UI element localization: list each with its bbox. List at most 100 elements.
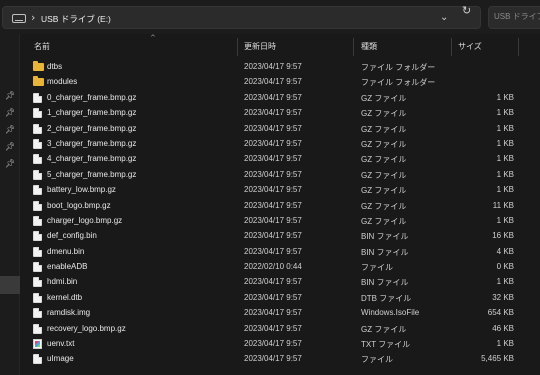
column-date[interactable]: 更新日時 bbox=[244, 41, 276, 52]
file-name: dtbs bbox=[47, 62, 63, 71]
file-name: hdmi.bin bbox=[47, 277, 78, 287]
vertical-scrollbar[interactable] bbox=[536, 58, 540, 375]
list-item[interactable]: hdmi.bin 2023/04/17 9:57 BIN ファイル 1 KB bbox=[20, 274, 540, 289]
chevron-right-icon[interactable]: › bbox=[31, 11, 35, 24]
file-type: GZ ファイル bbox=[361, 139, 407, 149]
search-box[interactable] bbox=[488, 6, 540, 29]
address-bar[interactable]: › USB ドライブ (E:) ⌄ bbox=[2, 6, 481, 29]
file-date: 2023/04/17 9:57 bbox=[244, 292, 302, 302]
file-date: 2023/04/17 9:57 bbox=[244, 154, 302, 164]
nav-item-selected[interactable] bbox=[0, 276, 20, 294]
list-item[interactable]: 3_charger_frame.bmp.gz 2023/04/17 9:57 GZ … bbox=[20, 136, 540, 151]
text-file-icon bbox=[33, 339, 42, 350]
file-size: 46 KB bbox=[492, 323, 514, 333]
list-item[interactable]: enableADB 2022/02/10 0:44 ファイル 0 KB bbox=[20, 259, 540, 274]
file-name: 2_charger_frame.bmp.gz bbox=[47, 123, 137, 133]
chevron-down-icon[interactable]: ⌄ bbox=[440, 12, 448, 23]
file-size: 1 KB bbox=[496, 169, 514, 179]
file-date: 2023/04/17 9:57 bbox=[244, 92, 302, 102]
column-divider[interactable] bbox=[353, 38, 354, 56]
file-icon bbox=[33, 108, 42, 119]
file-date: 2023/04/17 9:57 bbox=[244, 123, 302, 133]
file-icon bbox=[33, 323, 42, 334]
pin-icon[interactable]: 📌︎ bbox=[5, 142, 15, 151]
list-item[interactable]: 4_charger_frame.bmp.gz 2023/04/17 9:57 GZ … bbox=[20, 151, 540, 166]
column-divider[interactable] bbox=[237, 38, 238, 56]
list-item[interactable]: uImage 2023/04/17 9:57 ファイル 5,465 KB bbox=[20, 351, 540, 366]
list-item[interactable]: recovery_logo.bmp.gz 2023/04/17 9:57 GZ ファ… bbox=[20, 321, 540, 336]
list-item[interactable]: modules 2023/04/17 9:57 ファイル フォルダー bbox=[20, 74, 540, 89]
file-name: enableADB bbox=[47, 262, 88, 272]
file-icon bbox=[33, 308, 42, 319]
file-icon bbox=[33, 231, 42, 242]
refresh-icon[interactable]: ↻ bbox=[462, 4, 471, 17]
file-name: charger_logo.bmp.gz bbox=[47, 215, 123, 225]
list-item[interactable]: dtbs 2023/04/17 9:57 ファイル フォルダー bbox=[20, 59, 540, 74]
list-item[interactable]: charger_logo.bmp.gz 2023/04/17 9:57 GZ ファイ… bbox=[20, 213, 540, 228]
list-item[interactable]: boot_logo.bmp.gz 2023/04/17 9:57 GZ ファイル 11… bbox=[20, 198, 540, 213]
file-size: 4 KB bbox=[496, 246, 514, 256]
file-type: BIN ファイル bbox=[361, 247, 409, 257]
breadcrumb-location[interactable]: USB ドライブ (E:) bbox=[41, 13, 111, 25]
file-icon bbox=[33, 123, 42, 134]
file-name: boot_logo.bmp.gz bbox=[47, 200, 111, 210]
list-item[interactable]: 5_charger_frame.bmp.gz 2023/04/17 9:57 GZ … bbox=[20, 167, 540, 182]
file-date: 2023/04/17 9:57 bbox=[244, 277, 302, 287]
pin-icon[interactable]: 📌︎ bbox=[5, 91, 15, 100]
file-icon bbox=[33, 215, 42, 226]
list-item[interactable]: uenv.txt 2023/04/17 9:57 TXT ファイル 1 KB bbox=[20, 336, 540, 351]
file-type: ファイル bbox=[361, 263, 393, 273]
list-item[interactable]: kernel.dtb 2023/04/17 9:57 DTB ファイル 32 KB bbox=[20, 290, 540, 305]
column-divider[interactable] bbox=[451, 38, 452, 56]
file-icon bbox=[33, 92, 42, 103]
file-type: GZ ファイル bbox=[361, 124, 407, 134]
list-item[interactable]: ramdisk.img 2023/04/17 9:57 Windows.IsoFil… bbox=[20, 305, 540, 320]
file-name: dmenu.bin bbox=[47, 246, 85, 256]
file-icon bbox=[33, 138, 42, 149]
file-type: DTB ファイル bbox=[361, 293, 412, 303]
file-icon bbox=[33, 246, 42, 257]
list-item[interactable]: def_config.bin 2023/04/17 9:57 BIN ファイル 16 … bbox=[20, 228, 540, 243]
file-icon bbox=[33, 200, 42, 211]
file-type: ファイル フォルダー bbox=[361, 63, 436, 72]
file-date: 2023/04/17 9:57 bbox=[244, 169, 302, 179]
column-divider[interactable] bbox=[518, 38, 519, 56]
file-icon bbox=[33, 169, 42, 180]
file-date: 2023/04/17 9:57 bbox=[244, 339, 302, 349]
file-type: GZ ファイル bbox=[361, 170, 407, 180]
file-size: 654 KB bbox=[487, 308, 514, 318]
file-type: BIN ファイル bbox=[361, 232, 409, 242]
file-name: 4_charger_frame.bmp.gz bbox=[47, 154, 137, 164]
file-size: 16 KB bbox=[492, 231, 514, 241]
file-date: 2023/04/17 9:57 bbox=[244, 77, 302, 87]
file-size: 1 KB bbox=[496, 277, 514, 287]
pin-icon[interactable]: 📌︎ bbox=[5, 125, 15, 134]
file-name: modules bbox=[47, 77, 78, 87]
file-size: 1 KB bbox=[496, 215, 514, 225]
folder-icon bbox=[33, 76, 44, 87]
file-name: 0_charger_frame.bmp.gz bbox=[47, 92, 137, 102]
column-type[interactable]: 種類 bbox=[361, 41, 377, 52]
file-type: GZ ファイル bbox=[361, 93, 407, 103]
navigation-pane: 📌︎ 📌︎ 📌︎ 📌︎ 📌︎ bbox=[0, 34, 20, 375]
list-item[interactable]: 1_charger_frame.bmp.gz 2023/04/17 9:57 GZ … bbox=[20, 105, 540, 120]
pin-icon[interactable]: 📌︎ bbox=[5, 108, 15, 117]
drive-icon bbox=[12, 14, 26, 23]
column-size[interactable]: サイズ bbox=[458, 41, 482, 52]
list-item[interactable]: dmenu.bin 2023/04/17 9:57 BIN ファイル 4 KB bbox=[20, 244, 540, 259]
list-item[interactable]: 2_charger_frame.bmp.gz 2023/04/17 9:57 GZ … bbox=[20, 121, 540, 136]
file-name: battery_low.bmp.gz bbox=[47, 185, 116, 195]
file-size: 1 KB bbox=[496, 108, 514, 118]
pin-icon[interactable]: 📌︎ bbox=[5, 159, 15, 168]
file-name: def_config.bin bbox=[47, 231, 97, 241]
search-input[interactable] bbox=[494, 12, 540, 21]
file-name: 5_charger_frame.bmp.gz bbox=[47, 169, 137, 179]
column-header: ^ 名前 更新日時 種類 サイズ bbox=[20, 34, 540, 58]
file-date: 2023/04/17 9:57 bbox=[244, 215, 302, 225]
column-name[interactable]: 名前 bbox=[34, 41, 50, 52]
list-item[interactable]: battery_low.bmp.gz 2023/04/17 9:57 GZ ファイル… bbox=[20, 182, 540, 197]
folder-icon bbox=[33, 61, 44, 71]
file-type: Windows.IsoFile bbox=[361, 308, 420, 318]
file-type: GZ ファイル bbox=[361, 216, 407, 226]
list-item[interactable]: 0_charger_frame.bmp.gz 2023/04/17 9:57 GZ … bbox=[20, 90, 540, 105]
